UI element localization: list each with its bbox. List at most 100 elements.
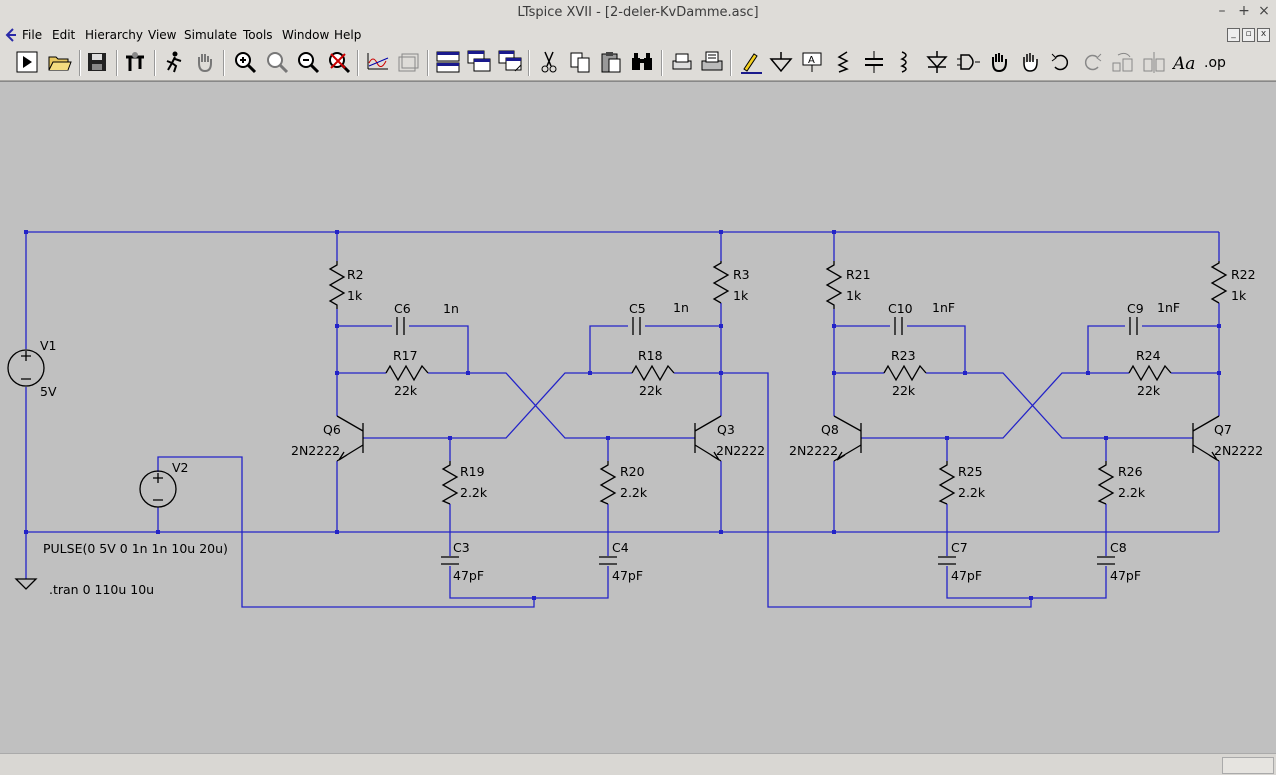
close-button[interactable]: × (1255, 3, 1273, 19)
svg-text:A: A (808, 55, 815, 66)
Q8-value: 2N2222 (789, 443, 838, 458)
V2-symbol (139, 470, 177, 508)
C8-symbol (1097, 556, 1115, 565)
zoom-area-icon[interactable] (264, 49, 290, 75)
menu-edit[interactable]: Edit (52, 28, 75, 42)
draw-wire-icon[interactable] (738, 49, 764, 75)
find-icon[interactable] (629, 49, 655, 75)
save-icon[interactable] (84, 49, 110, 75)
Q7-name: Q7 (1214, 422, 1232, 437)
V1-value: 5V (40, 384, 57, 399)
waveform-icon[interactable] (365, 49, 391, 75)
zoom-out-icon[interactable] (295, 49, 321, 75)
C9-name: C9 (1127, 301, 1144, 316)
copy-icon[interactable] (567, 49, 593, 75)
mdi-controls: _ ▫ x (1227, 28, 1270, 42)
paste-icon[interactable] (598, 49, 624, 75)
capacitor-icon[interactable] (861, 49, 887, 75)
waveform-3d-icon[interactable] (396, 49, 422, 75)
rotate-icon[interactable] (1110, 49, 1136, 75)
print-preview-icon[interactable] (669, 49, 695, 75)
R23-value: 22k (892, 383, 916, 398)
mdi-restore-button[interactable]: ▫ (1242, 28, 1255, 42)
menu-view[interactable]: View (148, 28, 176, 42)
mdi-minimize-button[interactable]: _ (1227, 28, 1240, 42)
ground-icon[interactable] (768, 49, 794, 75)
C4-name: C4 (612, 540, 629, 555)
tile-vertical-icon[interactable] (497, 49, 523, 75)
cut-icon[interactable] (536, 49, 562, 75)
label-net-icon[interactable]: A (799, 49, 825, 75)
R19-value: 2.2k (460, 485, 488, 500)
R17-symbol (385, 364, 429, 382)
ltspice-logo-icon[interactable] (3, 27, 17, 43)
schematic-canvas[interactable]: V1 5V V2 PULSE(0 5V 0 1n 1n 10u 20u) .tr… (0, 81, 1276, 754)
undo-icon[interactable] (1048, 49, 1074, 75)
control-panel-icon[interactable] (122, 49, 148, 75)
C5-symbol (632, 317, 641, 335)
run-icon[interactable] (14, 49, 40, 75)
drag-icon[interactable] (1017, 49, 1043, 75)
menu-file[interactable]: File (22, 28, 42, 42)
C7-value: 47pF (951, 568, 982, 583)
halt-icon[interactable] (161, 49, 187, 75)
menu-hierarchy[interactable]: Hierarchy (85, 28, 143, 42)
R2-name: R2 (347, 267, 364, 282)
mirror-icon[interactable] (1141, 49, 1167, 75)
status-bar (0, 753, 1276, 775)
maximize-button[interactable]: + (1235, 3, 1253, 19)
C8-value: 47pF (1110, 568, 1141, 583)
R21-symbol (825, 261, 843, 309)
move-icon[interactable] (986, 49, 1012, 75)
Q7-value: 2N2222 (1214, 443, 1263, 458)
C3-value: 47pF (453, 568, 484, 583)
Q3-value: 2N2222 (716, 443, 765, 458)
C6-value: 1n (443, 301, 459, 316)
Q3-name: Q3 (717, 422, 735, 437)
menu-help[interactable]: Help (334, 28, 361, 42)
C5-value: 1n (673, 300, 689, 315)
window-title: LTspice XVII - [2-deler-KvDamme.asc] (517, 5, 759, 20)
labels[interactable]: V1 5V V2 PULSE(0 5V 0 1n 1n 10u 20u) .tr… (40, 267, 1263, 597)
V2-name: V2 (172, 460, 189, 475)
pan-hand-icon[interactable] (192, 49, 218, 75)
cascade-icon[interactable] (466, 49, 492, 75)
R17-name: R17 (393, 348, 418, 363)
C7-name: C7 (951, 540, 968, 555)
text-icon[interactable]: Aa (1171, 49, 1198, 75)
title-bar: LTspice XVII - [2-deler-KvDamme.asc] – +… (0, 0, 1276, 27)
resistor-icon[interactable] (830, 49, 856, 75)
R18-name: R18 (638, 348, 663, 363)
diode-icon[interactable] (924, 49, 950, 75)
R18-value: 22k (639, 383, 663, 398)
menu-window[interactable]: Window (282, 28, 329, 42)
zoom-fit-icon[interactable] (326, 49, 352, 75)
R17-value: 22k (394, 383, 418, 398)
tile-horizontal-icon[interactable] (435, 49, 461, 75)
component-icon[interactable] (955, 49, 981, 75)
open-icon[interactable] (46, 49, 72, 75)
C7-symbol (938, 556, 956, 565)
R19-name: R19 (460, 464, 485, 479)
inductor-icon[interactable] (892, 49, 918, 75)
R20-name: R20 (620, 464, 645, 479)
C10-symbol (894, 317, 903, 335)
spice-directive-icon[interactable]: .op (1203, 49, 1229, 75)
ground-symbol (14, 578, 38, 590)
Q6-name: Q6 (323, 422, 341, 437)
R21-name: R21 (846, 267, 871, 282)
mdi-close-button[interactable]: x (1257, 28, 1270, 42)
R2-value: 1k (347, 288, 363, 303)
minimize-button[interactable]: – (1213, 3, 1231, 19)
R26-name: R26 (1118, 464, 1143, 479)
redo-icon[interactable] (1079, 49, 1105, 75)
Q8-name: Q8 (821, 422, 839, 437)
zoom-in-icon[interactable] (232, 49, 258, 75)
menu-simulate[interactable]: Simulate (184, 28, 237, 42)
R18-symbol (631, 364, 675, 382)
C4-value: 47pF (612, 568, 643, 583)
menu-tools[interactable]: Tools (243, 28, 273, 42)
print-icon[interactable] (699, 49, 725, 75)
schematic-svg[interactable]: V1 5V V2 PULSE(0 5V 0 1n 1n 10u 20u) .tr… (0, 82, 1276, 754)
C10-name: C10 (888, 301, 913, 316)
